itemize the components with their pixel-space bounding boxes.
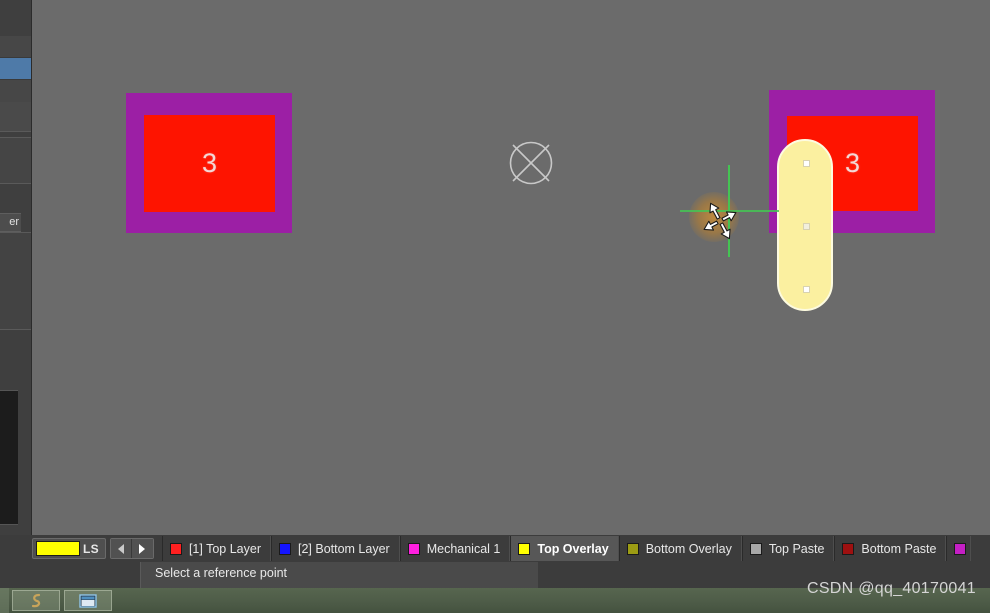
taskbar-app-2[interactable] [64, 590, 112, 611]
layer-tab-top-overlay[interactable]: Top Overlay [510, 536, 619, 561]
stadium-marker-1 [803, 160, 810, 167]
layer-color-swatch-next-partial [954, 542, 967, 555]
layer-tab-label-top-paste: Top Paste [768, 541, 825, 556]
pad-left-copper[interactable]: 3 [144, 115, 275, 212]
pad-right-designator: 3 [844, 148, 861, 178]
layer-tab-label-bottom-layer: [2] Bottom Layer [297, 541, 390, 556]
layer-tab-mechanical-1[interactable]: Mechanical 1 [399, 536, 511, 561]
move-cursor-icon [703, 202, 737, 240]
layer-tab-label-bottom-overlay: Bottom Overlay [645, 541, 732, 556]
layer-color-swatch-bottom-overlay [626, 542, 639, 555]
left-panel-list-item-2[interactable]: ••• [0, 305, 31, 327]
layer-color-swatch-top-overlay [518, 542, 531, 555]
layer-tab-bottom-paste[interactable]: Bottom Paste [834, 536, 947, 561]
left-panel-console-area[interactable] [0, 390, 18, 525]
active-layer-swatch-group[interactable]: LS [32, 538, 106, 559]
application-window: •••• er ••• ••• ••• 3 [0, 0, 990, 613]
taskbar-edge-separator [0, 588, 9, 613]
layer-tab-next-partial[interactable] [946, 536, 972, 561]
layer-tab-label-bottom-paste: Bottom Paste [861, 541, 937, 556]
left-panel-section-title: er [0, 213, 21, 232]
layer-tab-bottom-overlay[interactable]: Bottom Overlay [618, 536, 742, 561]
top-overlay-stadium-shape[interactable] [777, 139, 833, 311]
layer-tab-label-top-overlay: Top Overlay [537, 541, 609, 556]
layer-tab-bar[interactable]: LS [1] Top Layer [2] Bottom Layer Mechan… [0, 535, 990, 562]
left-panel-row-1-selected[interactable] [0, 58, 31, 80]
active-layer-color-swatch[interactable] [36, 541, 80, 556]
left-panel-list-item-1[interactable]: ••• [0, 274, 31, 296]
left-panel-list-item-0[interactable]: ••• [0, 243, 31, 265]
next-layer-button[interactable] [131, 539, 153, 558]
layer-tab-top-layer[interactable]: [1] Top Layer [161, 536, 271, 561]
left-panel-row-2[interactable] [0, 80, 31, 102]
layer-color-swatch-top-paste [749, 542, 762, 555]
layer-color-swatch-bottom-paste [842, 542, 855, 555]
status-message-text: Select a reference point [155, 566, 288, 580]
layer-color-swatch-mechanical-1 [407, 542, 420, 555]
layer-tab-label-mechanical-1: Mechanical 1 [426, 541, 501, 556]
pad-left-designator: 3 [201, 148, 218, 178]
stadium-marker-3 [803, 286, 810, 293]
chevron-right-icon [139, 543, 146, 554]
layer-tab-label-top-layer: [1] Top Layer [188, 541, 261, 556]
stadium-marker-2 [803, 223, 810, 230]
prev-layer-button[interactable] [110, 539, 132, 558]
layer-tab-bottom-layer[interactable]: [2] Bottom Layer [270, 536, 400, 561]
taskbar-app-1[interactable] [12, 590, 60, 611]
script-icon [31, 593, 41, 607]
left-panel-row-0[interactable]: •••• [0, 36, 31, 58]
active-layer-swatch-label: LS [83, 541, 99, 556]
left-panel-mid-box [0, 137, 31, 184]
layer-tab-top-paste[interactable]: Top Paste [741, 536, 835, 561]
layer-nav-buttons[interactable] [109, 538, 154, 559]
pad-left-outline[interactable]: 3 [126, 93, 292, 233]
chevron-left-icon [117, 543, 124, 554]
layer-color-swatch-bottom-layer [278, 542, 291, 555]
layer-color-swatch-top-layer [169, 542, 182, 555]
left-panel-section-title-text: er [9, 216, 19, 228]
pcb-design-canvas[interactable]: 3 3 [32, 0, 990, 535]
circle-cross-marker-icon [509, 141, 553, 185]
left-docked-panel-strip: •••• er ••• ••• ••• [0, 0, 32, 535]
csdn-watermark: CSDN @qq_40170041 [806, 580, 976, 597]
window-icon [79, 593, 97, 608]
